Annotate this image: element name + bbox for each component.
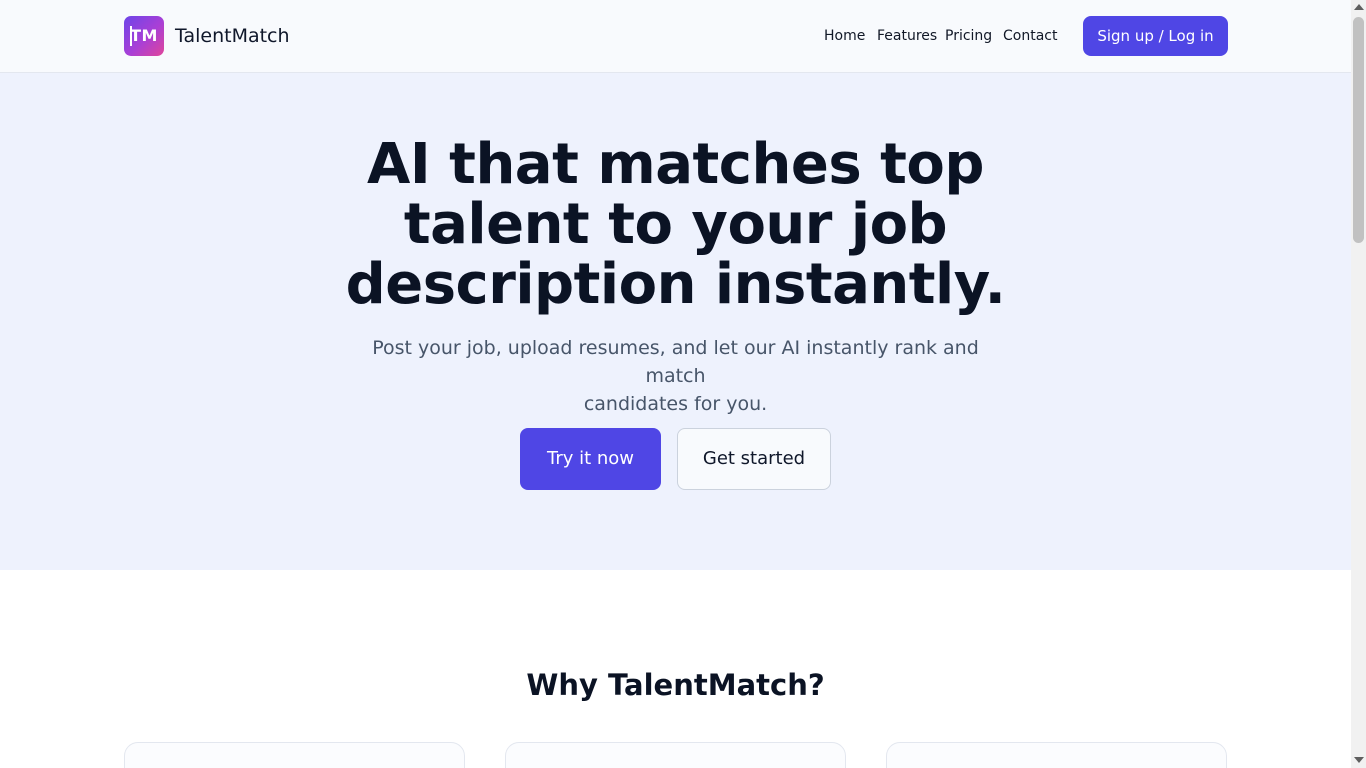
- try-it-now-button[interactable]: Try it now: [520, 428, 661, 490]
- logo-cursor-mark: [130, 26, 132, 46]
- hero-section: AI that matches top talent to your job d…: [0, 73, 1351, 570]
- scroll-down-arrow-icon[interactable]: [1354, 757, 1364, 763]
- scrollbar-thumb[interactable]: [1353, 17, 1364, 243]
- brand-logo[interactable]: TM: [124, 16, 164, 56]
- site-header: TM TalentMatch Home Features Pricing Con…: [0, 0, 1351, 73]
- nav-link-features[interactable]: Features: [877, 27, 937, 45]
- why-section-title: Why TalentMatch?: [526, 668, 825, 702]
- nav-link-contact[interactable]: Contact: [1003, 27, 1057, 45]
- hero-title-line-2: talent to your job: [403, 192, 948, 257]
- feature-card: [124, 742, 465, 768]
- feature-card: [886, 742, 1227, 768]
- vertical-scrollbar[interactable]: [1351, 0, 1366, 768]
- hero-title-line-1: AI that matches top: [367, 132, 984, 197]
- hero-subtitle: Post your job, upload resumes, and let o…: [350, 334, 1001, 418]
- nav-link-home[interactable]: Home: [824, 27, 865, 45]
- hero-title-line-3: description instantly.: [345, 252, 1006, 317]
- nav-link-pricing[interactable]: Pricing: [945, 27, 992, 45]
- feature-card: [505, 742, 846, 768]
- hero-subtitle-line-1: Post your job, upload resumes, and let o…: [372, 337, 979, 387]
- brand-name[interactable]: TalentMatch: [175, 24, 290, 48]
- get-started-button[interactable]: Get started: [677, 428, 831, 490]
- logo-monogram: TM: [130, 26, 158, 45]
- hero-title: AI that matches top talent to your job d…: [0, 135, 1351, 315]
- hero-subtitle-line-2: candidates for you.: [583, 393, 768, 415]
- scroll-up-arrow-icon[interactable]: [1354, 4, 1364, 10]
- signup-login-button[interactable]: Sign up / Log in: [1083, 16, 1228, 56]
- landing-page: TM TalentMatch Home Features Pricing Con…: [0, 0, 1351, 768]
